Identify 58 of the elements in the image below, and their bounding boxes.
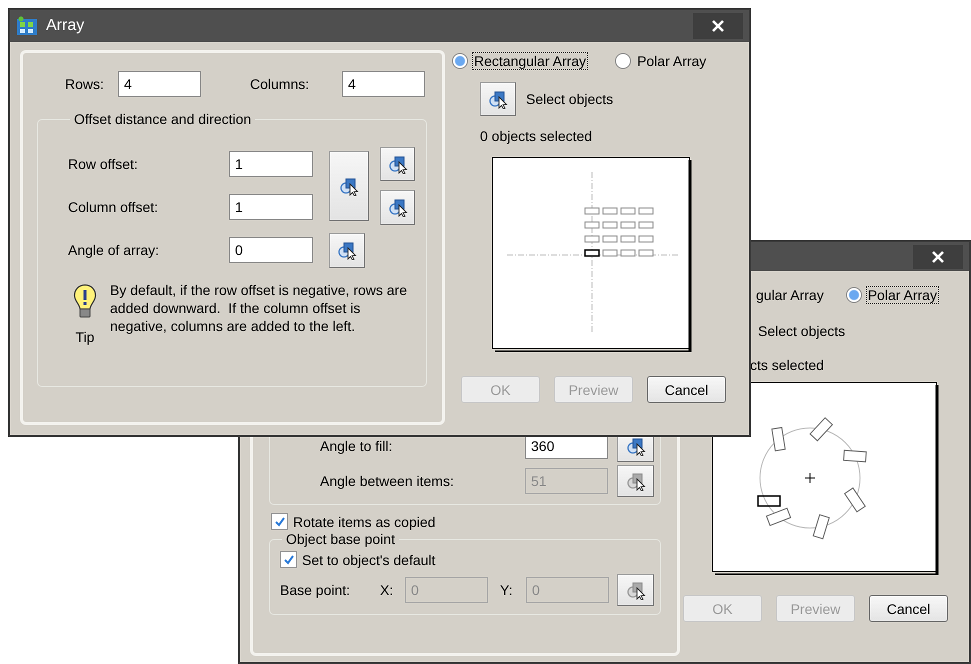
pick-button[interactable] — [380, 147, 415, 181]
dialog-button[interactable]: Cancel — [647, 376, 726, 403]
text-field[interactable]: 1 — [229, 151, 313, 177]
checkbox-option[interactable]: Rotate items as copied — [271, 513, 661, 530]
app-icon — [16, 16, 38, 36]
radio-button[interactable] — [846, 287, 862, 303]
select-cursor-icon — [626, 580, 646, 600]
select-cursor-icon — [488, 89, 508, 109]
radio-option[interactable]: Polar Array — [615, 52, 708, 70]
text-field[interactable]: 4 — [342, 71, 425, 97]
close-icon — [931, 250, 945, 264]
tip-caption: Tip — [76, 329, 94, 345]
group-title: Offset distance and direction — [73, 111, 252, 127]
field-label: Base point: — [280, 582, 352, 598]
field-label: Columns: — [250, 76, 310, 92]
pick-button[interactable] — [617, 574, 654, 606]
checkbox-option[interactable]: Set to object's default — [280, 551, 660, 568]
field-label: Angle between items: — [320, 473, 455, 489]
field-label: Row offset: — [68, 156, 139, 172]
group-title: Object base point — [285, 531, 396, 547]
tip-text: By default, if the row offset is negative, rows are added downward. If the column offset is negative, columns are added to the left. — [110, 281, 408, 336]
select-cursor-icon — [626, 471, 646, 491]
select-cursor-icon — [337, 240, 357, 260]
field-label: Y: — [500, 582, 514, 598]
selection-count: 0 objects selected — [480, 128, 594, 144]
pick-button[interactable] — [329, 150, 369, 220]
field-label: Column offset: — [68, 199, 160, 215]
select-objects-label: Select objects — [758, 323, 846, 339]
select-objects-label: Select objects — [526, 91, 614, 107]
checkbox[interactable] — [280, 551, 297, 568]
select-cursor-icon — [388, 197, 408, 217]
close-button[interactable] — [913, 244, 963, 268]
pick-button[interactable] — [329, 232, 365, 268]
pick-button[interactable] — [380, 190, 415, 224]
text-field[interactable]: 0 — [229, 237, 313, 263]
dialog-button[interactable]: Cancel — [869, 595, 948, 622]
select-cursor-icon — [388, 154, 408, 174]
field-label: Angle of array: — [68, 242, 160, 258]
field-label: X: — [380, 582, 394, 598]
text-field[interactable]: 4 — [118, 71, 201, 97]
pick-button[interactable] — [617, 465, 654, 497]
selection-count: cts selected — [750, 357, 825, 373]
radio-button[interactable] — [615, 53, 632, 69]
field-label: Rows: — [65, 76, 105, 92]
field-label: Angle to fill: — [320, 438, 394, 454]
checkbox[interactable] — [271, 513, 288, 530]
select-cursor-icon — [626, 436, 646, 456]
radio-option[interactable]: gular Array — [756, 287, 824, 303]
radio-button[interactable] — [452, 53, 468, 69]
check-icon — [274, 516, 286, 528]
select-cursor-icon — [339, 176, 359, 196]
pick-button[interactable] — [480, 82, 516, 116]
window-title: Array — [46, 17, 84, 35]
close-icon — [711, 19, 725, 33]
lightbulb-icon — [73, 284, 97, 320]
text-field[interactable]: 1 — [229, 194, 313, 220]
check-icon — [282, 554, 294, 566]
close-button[interactable] — [693, 13, 743, 39]
